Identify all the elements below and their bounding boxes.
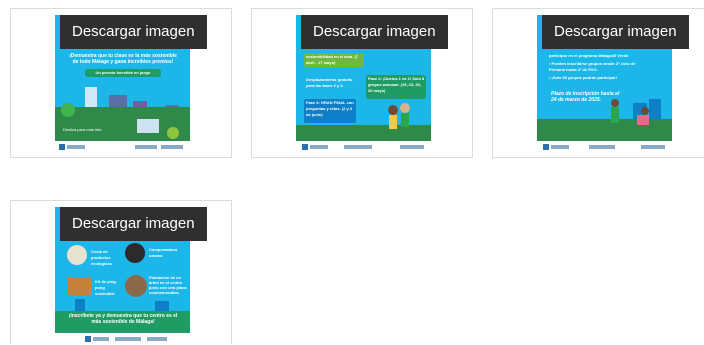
image-card-1: ¡Demuestra que tu clase es la más sosten… [10, 8, 232, 158]
thumb-text: Cesta de productos ecológicos [91, 249, 112, 266]
logo-mark [93, 337, 109, 341]
logo-mark [302, 144, 308, 150]
logo-mark [310, 145, 328, 149]
logo-mark [543, 144, 549, 150]
logo-mark [135, 145, 157, 149]
logo-mark [59, 144, 65, 150]
thumb-text: ¡Inscríbete ya y demuestra que tu centro… [68, 313, 178, 325]
thumb-text: Fase 3: GRAN FINAL con preguntas y retos… [306, 100, 354, 117]
house-shape [137, 119, 159, 133]
logo-mark [115, 337, 141, 341]
logo-mark [551, 145, 569, 149]
logo-mark [161, 145, 183, 149]
ground-area [537, 119, 672, 141]
person-body [401, 113, 409, 127]
thumb-text: Desliza para más info [63, 127, 102, 132]
thumb-footer [55, 333, 190, 345]
thumb-text: sostenibilidad en el aula. (7 abril - 17… [306, 54, 359, 65]
thumb-footer [55, 141, 190, 153]
logo-mark [67, 145, 85, 149]
thumb-text: Plantación de un árbol en el centro junt… [149, 275, 187, 295]
download-image-button[interactable]: Descargar imagen [301, 15, 448, 49]
person-body [637, 115, 649, 125]
logo-mark [641, 145, 665, 149]
download-image-button[interactable]: Descargar imagen [60, 207, 207, 241]
tree-shape [61, 103, 75, 117]
logo-mark [85, 336, 91, 342]
thumb-text: • ¡Solo 60 grupos podrán participar! [549, 75, 618, 80]
person-shape [641, 107, 649, 115]
person-shape [388, 105, 398, 115]
person-body [611, 107, 619, 123]
person-shape [400, 103, 410, 113]
thumb-text: ¡Demuestra que tu clase es la más sosten… [69, 53, 177, 65]
download-image-button[interactable]: Descargar imagen [60, 15, 207, 49]
pingpong-kit-shape [67, 277, 91, 295]
thumb-text: Kit de ping-pong sostenible [95, 279, 117, 296]
tree-shape [167, 127, 179, 139]
thumb-text: Fase 2: ¡Duelos 1 vs 1! Solo 8 grupos av… [368, 76, 425, 93]
logo-mark [147, 337, 167, 341]
thumb-text: Un premio increíble en juego [95, 70, 151, 75]
person-shape [611, 99, 619, 107]
composter-shape [125, 243, 145, 263]
logo-mark [589, 145, 615, 149]
thumb-text: Desplazamiento gratuito para las fases 2… [306, 77, 353, 88]
thumb-footer [296, 141, 431, 153]
logo-mark [400, 145, 424, 149]
image-card-2: sostenibilidad en el aula. (7 abril - 17… [251, 8, 473, 158]
download-image-button[interactable]: Descargar imagen [542, 15, 689, 49]
person-body [389, 115, 397, 129]
thumb-text: Compostadora urbana [149, 247, 178, 258]
tree-plaque-shape [125, 275, 147, 297]
image-card-3: participar en el programa Málaga40 Verde… [492, 8, 704, 158]
prize-basket-shape [67, 245, 87, 265]
thumb-footer [537, 141, 672, 153]
thumb-text: • Pueden inscribirse grupos desde 2º cic… [549, 61, 636, 72]
thumb-text: participar en el programa Málaga40 Verde… [549, 53, 630, 58]
logo-mark [344, 145, 372, 149]
image-card-4: Cesta de productos ecológicos Compostado… [10, 200, 232, 345]
